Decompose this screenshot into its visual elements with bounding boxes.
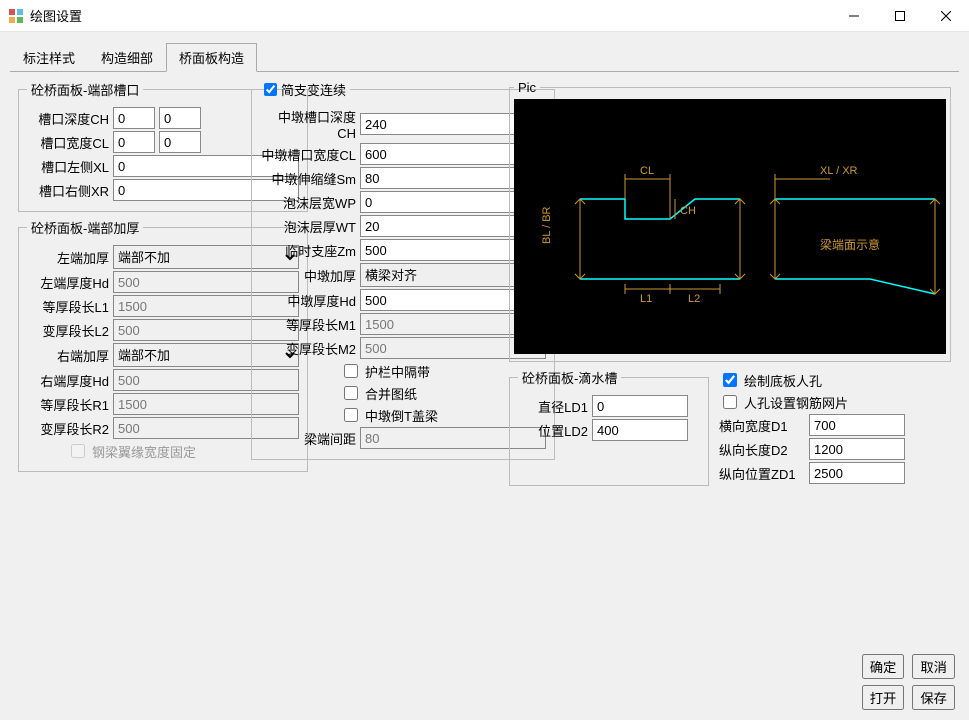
thicken-left-mode-label: 左端加厚 <box>27 248 109 267</box>
ok-button[interactable]: 确定 <box>862 654 905 679</box>
draw-manhole-checkbox[interactable] <box>723 373 737 387</box>
window-title: 绘图设置 <box>30 6 82 25</box>
groove-cl-input-2[interactable] <box>159 131 201 153</box>
groove-ch-input-1[interactable] <box>113 107 155 129</box>
manhole-mesh-label: 人孔设置钢筋网片 <box>744 393 848 412</box>
pic-group: Pic CL CH <box>509 80 951 362</box>
svg-text:L1: L1 <box>640 293 652 305</box>
reverse-t-cap-checkbox[interactable] <box>344 408 358 422</box>
cont-zm-label: 临时支座Zm <box>260 241 356 260</box>
svg-text:L2: L2 <box>688 293 700 305</box>
save-button[interactable]: 保存 <box>912 685 955 710</box>
groove-ch-input-2[interactable] <box>159 107 201 129</box>
diagram-preview: CL CH BL / BR L1 L2 <box>514 99 946 354</box>
cont-m2-label: 变厚段长M2 <box>260 339 356 358</box>
cont-mid-mode-label: 中墩加厚 <box>260 266 356 285</box>
svg-text:CL: CL <box>640 165 654 177</box>
merge-drawing-checkbox[interactable] <box>344 386 358 400</box>
app-icon <box>8 8 24 24</box>
drip-ld1-input[interactable] <box>592 395 688 417</box>
close-button[interactable] <box>923 0 969 32</box>
cont-ch-label: 中墩槽口深度CH <box>260 107 356 141</box>
hole-d2-input[interactable] <box>809 438 905 460</box>
thicken-r2-label: 变厚段长R2 <box>27 419 109 438</box>
svg-text:XL / XR: XL / XR <box>820 165 858 177</box>
hole-zd1-label: 纵向位置ZD1 <box>719 464 805 483</box>
tab-annotation-style[interactable]: 标注样式 <box>10 43 88 72</box>
manhole-mesh-checkbox[interactable] <box>723 395 737 409</box>
drip-group: 砼桥面板-滴水槽 直径LD1 位置LD2 <box>509 368 709 486</box>
cont-cl-label: 中墩槽口宽度CL <box>260 145 356 164</box>
groove-cl-input-1[interactable] <box>113 131 155 153</box>
svg-text:BL / BR: BL / BR <box>541 206 553 244</box>
svg-text:CH: CH <box>680 205 696 217</box>
groove-legend: 砼桥面板-端部槽口 <box>27 80 143 99</box>
hole-d2-label: 纵向长度D2 <box>719 440 805 459</box>
button-bar: 确定 取消 打开 保存 <box>0 648 969 720</box>
tab-bar: 标注样式 构造细部 桥面板构造 <box>0 32 969 71</box>
merge-drawing-label: 合并图纸 <box>365 384 417 403</box>
svg-text:梁端面示意: 梁端面示意 <box>820 237 880 252</box>
minimize-button[interactable] <box>831 0 877 32</box>
draw-manhole-label: 绘制底板人孔 <box>744 371 822 390</box>
groove-cl-label: 槽口宽度CL <box>27 133 109 152</box>
cont-hd-label: 中墩厚度Hd <box>260 291 356 310</box>
beam-gap-label: 梁端间距 <box>260 429 356 448</box>
drip-ld2-label: 位置LD2 <box>518 421 588 440</box>
titlebar: 绘图设置 <box>0 0 969 32</box>
thicken-hd-l-label: 左端厚度Hd <box>27 273 109 292</box>
drip-ld1-label: 直径LD1 <box>518 397 588 416</box>
drip-ld2-input[interactable] <box>592 419 688 441</box>
continuous-legend-text: 简支变连续 <box>281 80 346 99</box>
flange-fixed-label: 钢梁翼缘宽度固定 <box>92 442 196 461</box>
thicken-right-mode-label: 右端加厚 <box>27 346 109 365</box>
thicken-hd-r-label: 右端厚度Hd <box>27 371 109 390</box>
thicken-r1-label: 等厚段长R1 <box>27 395 109 414</box>
tab-construction-detail[interactable]: 构造细部 <box>88 43 166 72</box>
thicken-l1-label: 等厚段长L1 <box>27 297 109 316</box>
thicken-legend: 砼桥面板-端部加厚 <box>27 218 143 237</box>
continuous-enable-checkbox[interactable] <box>264 83 277 96</box>
flange-fixed-checkbox <box>71 444 85 458</box>
groove-ch-label: 槽口深度CH <box>27 109 109 128</box>
hole-zd1-input[interactable] <box>809 462 905 484</box>
open-button[interactable]: 打开 <box>862 685 905 710</box>
hole-group: 绘制底板人孔 人孔设置钢筋网片 横向宽度D1 纵向长度D2 纵向位置ZD1 <box>719 368 951 486</box>
hole-d1-input[interactable] <box>809 414 905 436</box>
tab-deck-construction[interactable]: 桥面板构造 <box>166 43 257 72</box>
cont-sm-label: 中墩伸缩缝Sm <box>260 169 356 188</box>
cont-wt-label: 泡沫层厚WT <box>260 217 356 236</box>
thicken-l2-label: 变厚段长L2 <box>27 321 109 340</box>
cont-m1-label: 等厚段长M1 <box>260 315 356 334</box>
reverse-t-cap-label: 中墩倒T盖梁 <box>365 406 438 425</box>
tab-panel: 砼桥面板-端部槽口 槽口深度CH 槽口宽度CL 槽口左侧XL 槽口右侧XR <box>10 71 959 648</box>
drip-legend: 砼桥面板-滴水槽 <box>518 368 621 387</box>
maximize-button[interactable] <box>877 0 923 32</box>
pic-legend: Pic <box>514 80 540 95</box>
groove-xr-label: 槽口右侧XR <box>27 181 109 200</box>
cancel-button[interactable]: 取消 <box>912 654 955 679</box>
groove-xl-label: 槽口左侧XL <box>27 157 109 176</box>
guard-divider-label: 护栏中隔带 <box>365 362 430 381</box>
guard-divider-checkbox[interactable] <box>344 364 358 378</box>
hole-d1-label: 横向宽度D1 <box>719 416 805 435</box>
cont-wp-label: 泡沫层宽WP <box>260 193 356 212</box>
continuous-legend: 简支变连续 <box>260 80 350 99</box>
window: 绘图设置 标注样式 构造细部 桥面板构造 砼桥面板-端部槽口 槽口深度CH 槽口… <box>0 0 969 720</box>
